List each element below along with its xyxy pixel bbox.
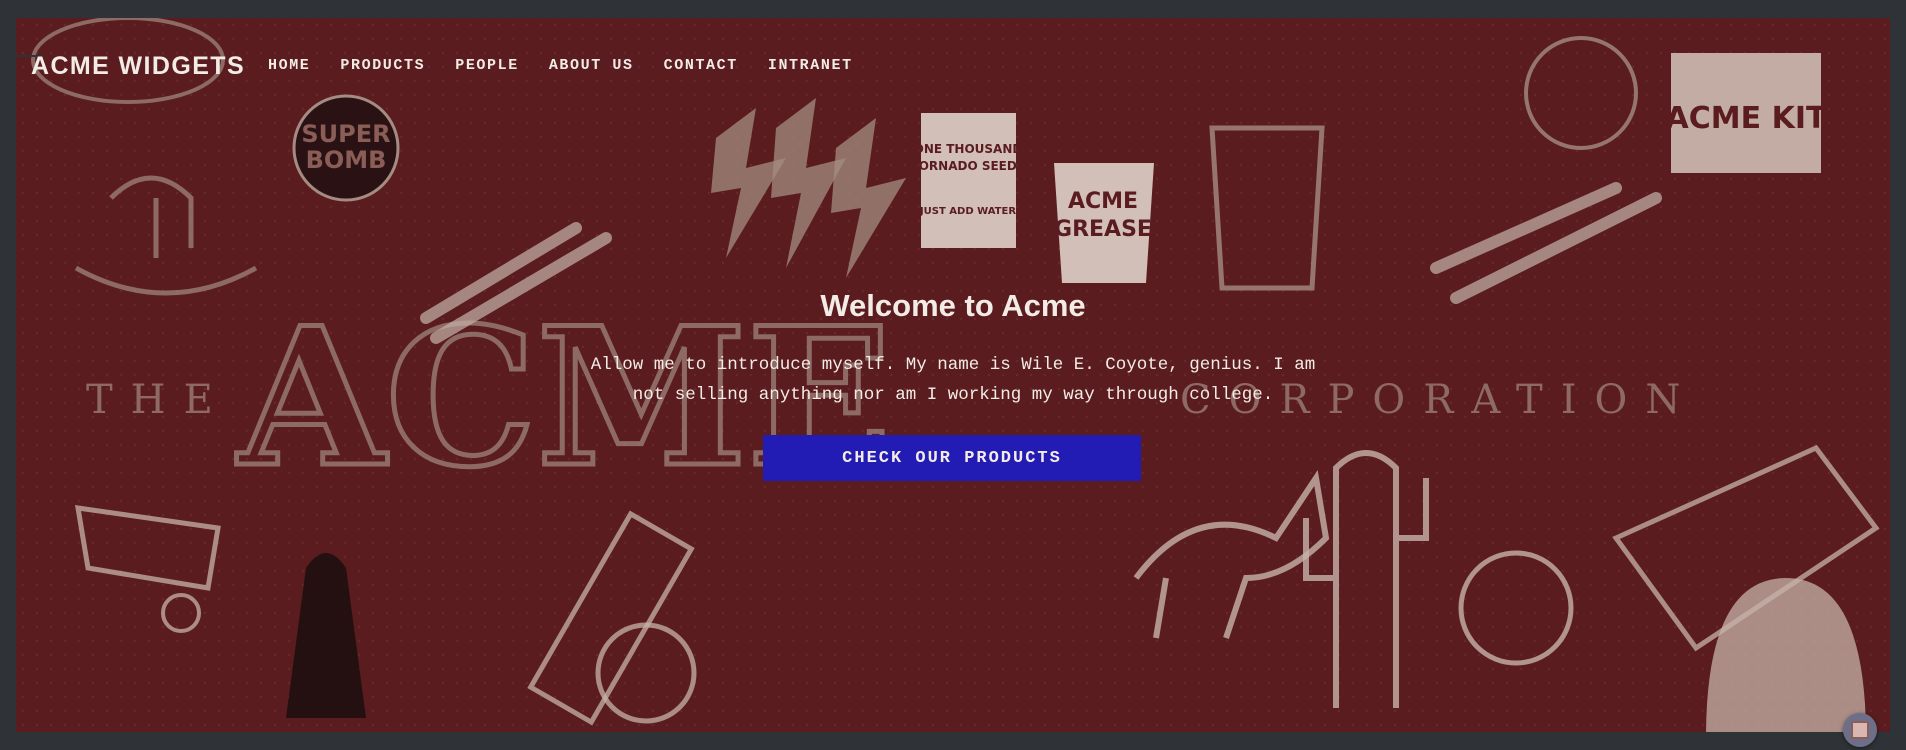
nav-item-home[interactable]: HOME xyxy=(268,57,310,79)
acme-kit-label: ACME KIT xyxy=(1666,101,1827,136)
nav-item-products[interactable]: PRODUCTS xyxy=(340,57,425,79)
nav-item-contact[interactable]: CONTACT xyxy=(664,57,738,79)
bg-text-the: THE xyxy=(86,377,231,423)
super-bomb-label-2: BOMB xyxy=(306,146,387,174)
grease-label: ACME xyxy=(1068,189,1138,214)
tornado-seeds-label-3: JUST ADD WATER xyxy=(919,206,1016,217)
check-products-button[interactable]: CHECK OUR PRODUCTS xyxy=(763,435,1141,481)
nav-item-about-us[interactable]: ABOUT US xyxy=(549,57,634,79)
chat-widget-button[interactable] xyxy=(1843,713,1877,747)
nav-item-people[interactable]: PEOPLE xyxy=(455,57,519,79)
hero-text: Allow me to introduce myself. My name is… xyxy=(590,355,1316,405)
grease-label-2: GREASE xyxy=(1054,217,1152,242)
tornado-seeds-label-2: TORNADO SEEDS xyxy=(911,159,1026,173)
nav-item-intranet[interactable]: INTRANET xyxy=(768,57,853,79)
brand-logo[interactable]: ACME WIDGETS xyxy=(31,52,245,82)
hero-title: Welcome to Acme xyxy=(820,288,1086,323)
chat-widget-icon xyxy=(1851,721,1869,739)
tornado-seeds-label: ONE THOUSAND xyxy=(914,142,1023,156)
main-nav: HOME PRODUCTS PEOPLE ABOUT US CONTACT IN… xyxy=(268,57,883,79)
super-bomb-label: SUPER xyxy=(301,120,390,148)
